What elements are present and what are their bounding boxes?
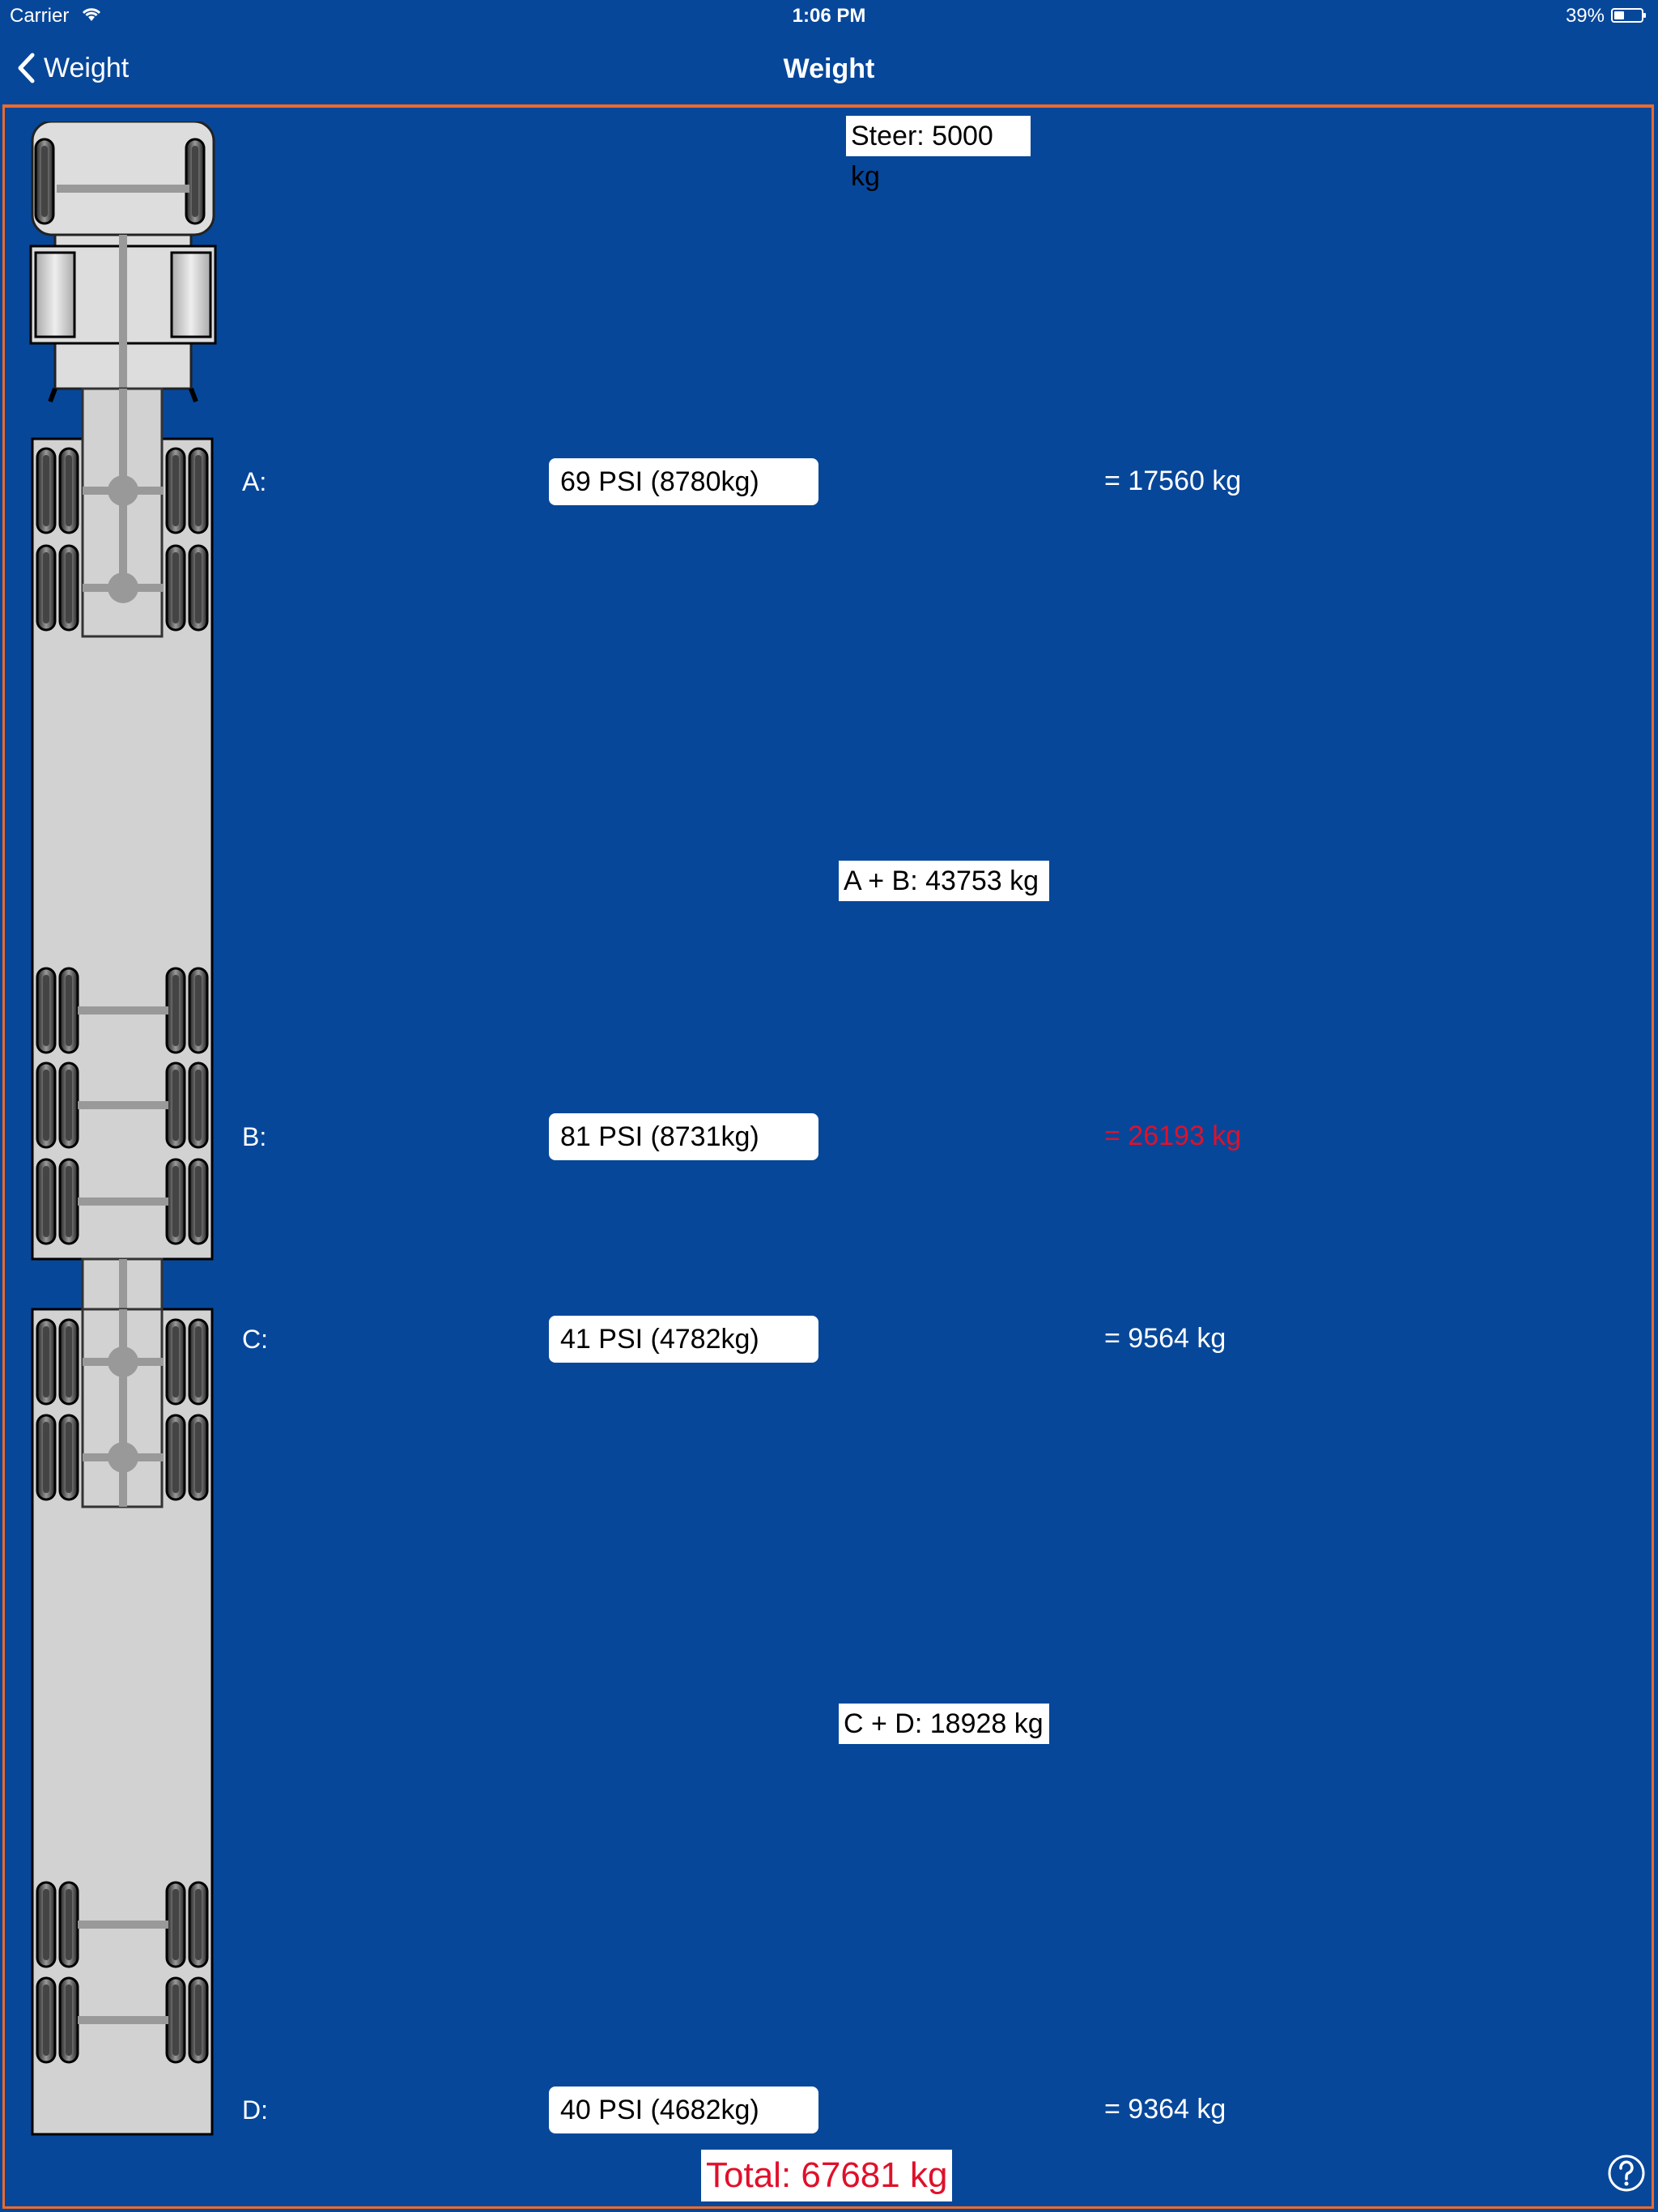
steer-weight: Steer: 5000 kg [846,116,1031,192]
axle-b-label: B: [242,1122,267,1151]
axle-a-label: A: [242,467,267,496]
group-cd-weight: C + D: 18928 kg [839,1704,1049,1744]
question-circle-icon[interactable] [1607,2154,1646,2193]
axle-c-pressure-field[interactable]: 41 PSI (4782kg) [549,1316,818,1363]
navigation-bar: Weight Weight [0,32,1658,104]
axle-d-pressure-field[interactable]: 40 PSI (4682kg) [549,2087,818,2133]
trailer-2 [31,1257,214,2136]
trailer-1 [31,387,214,1261]
truck-diagram [29,121,217,2136]
total-weight: Total: 67681 kg [701,2150,953,2201]
group-ab-weight: A + B: 43753 kg [839,861,1049,901]
axle-a-pressure-field[interactable]: 69 PSI (8780kg) [549,458,818,505]
axle-d-result: = 9364 kg [1104,2094,1226,2125]
battery-icon [1611,8,1646,23]
status-time: 1:06 PM [792,5,866,27]
axle-c-label: C: [242,1325,268,1354]
axle-d-label: D: [242,2095,268,2125]
axle-b-pressure-field[interactable]: 81 PSI (8731kg) [549,1113,818,1160]
axle-a-result: = 17560 kg [1104,466,1242,496]
status-bar: Carrier 1:06 PM 39% [0,0,1658,32]
content-frame [2,104,1654,2209]
page-title: Weight [783,53,875,84]
axle-c-result: = 9564 kg [1104,1323,1226,1354]
axle-b-result: = 26193 kg [1104,1121,1242,1151]
battery-percent: 39% [1565,5,1605,27]
